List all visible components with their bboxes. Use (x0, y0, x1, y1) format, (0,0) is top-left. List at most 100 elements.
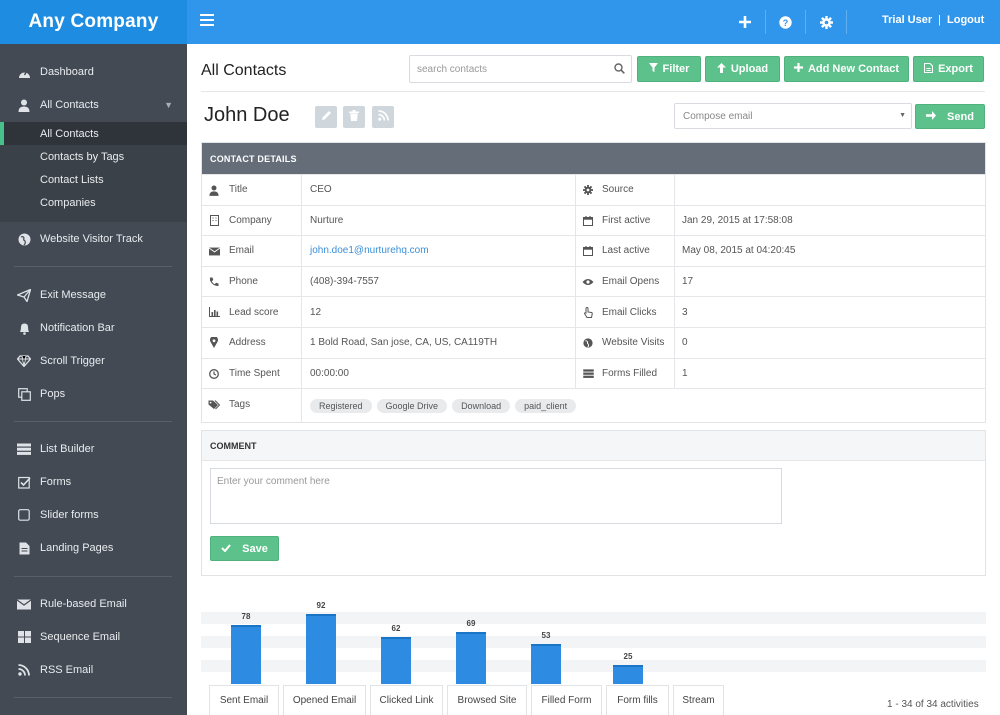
email-label: Email (229, 245, 255, 257)
user-icon (16, 97, 32, 113)
sidebar-item-website-visitor-track[interactable]: Website Visitor Track (0, 230, 187, 248)
gear-icon[interactable] (816, 12, 836, 32)
check-icon (221, 543, 231, 555)
filter-button[interactable]: Filter (637, 56, 701, 82)
chart-bar[interactable] (456, 631, 486, 684)
detail-row: Company Nurture First active Jan 29, 2015 a… (202, 204, 985, 236)
delete-button[interactable] (343, 106, 365, 128)
tab-filled-form[interactable]: Filled Form (531, 685, 602, 715)
sidebar-item-rule-based-email[interactable]: Rule-based Email (0, 595, 187, 613)
chart-bar[interactable] (306, 614, 336, 684)
forms-filled-label: Forms Filled (602, 367, 658, 379)
rss-icon (377, 108, 389, 126)
tab-stream[interactable]: Stream (673, 685, 724, 715)
sidebar-item-pops[interactable]: Pops (0, 385, 187, 403)
sidebar-item-sequence-email[interactable]: Sequence Email (0, 628, 187, 646)
sidebar-subitem-companies[interactable]: Companies (0, 191, 187, 222)
tab-opened-email[interactable]: Opened Email (283, 685, 366, 715)
sidebar-item-landing-pages[interactable]: Landing Pages (0, 539, 187, 557)
plus-icon[interactable] (735, 12, 755, 32)
detail-row: Title CEO Source (202, 174, 985, 205)
compose-email-select[interactable]: Compose email ▼ (674, 103, 912, 129)
address-label: Address (229, 337, 266, 349)
sidebar-item-dashboard[interactable]: Dashboard (0, 63, 187, 81)
compose-email-value: Compose email (683, 110, 753, 122)
sidebar: Any Company Dashboard All Contacts ▼ All… (0, 0, 187, 715)
list-icon (16, 441, 32, 457)
sidebar-item-label: Sequence Email (40, 631, 121, 643)
menu-icon[interactable] (200, 13, 214, 27)
detail-row: Lead score 12 Email Clicks 3 (202, 296, 985, 327)
sidebar-item-scroll-trigger[interactable]: Scroll Trigger (0, 352, 187, 370)
contact-details-panel: CONTACT DETAILS Title CEO Source Company Nur… (201, 142, 986, 424)
chart-data-label: 92 (316, 601, 326, 610)
tags-row: Tags Registered Google Drive Download paid_c… (202, 388, 985, 423)
sidebar-subitem-all-contacts[interactable]: All Contacts (0, 122, 187, 145)
sidebar-item-notification-bar[interactable]: Notification Bar (0, 319, 187, 337)
chart-bar[interactable] (531, 643, 561, 684)
sidebar-item-forms[interactable]: Forms (0, 473, 187, 491)
sidebar-item-exit-message[interactable]: Exit Message (0, 286, 187, 304)
tab-browsed-site[interactable]: Browsed Site (447, 685, 527, 715)
tag-chip[interactable]: Download (452, 398, 511, 413)
user-icon (208, 184, 220, 196)
column-divider (301, 205, 302, 236)
column-divider (674, 266, 675, 297)
search-icon[interactable] (614, 63, 625, 77)
sidebar-item-label: Dashboard (40, 66, 94, 78)
detail-row: Time Spent 00:00:00 Forms Filled 1 (202, 357, 985, 389)
chevron-down-icon: ▼ (164, 100, 173, 110)
sidebar-item-label: Rule-based Email (40, 598, 127, 610)
upload-button[interactable]: Upload (705, 56, 780, 82)
sidebar-divider (14, 697, 172, 698)
tags-icon (208, 399, 220, 411)
sidebar-subitem-contacts-by-tags[interactable]: Contacts by Tags (0, 145, 187, 168)
header-divider (201, 91, 985, 92)
sidebar-subitem-contact-lists[interactable]: Contact Lists (0, 168, 187, 191)
chart-bar[interactable] (231, 624, 261, 684)
search-input[interactable]: search contacts (409, 55, 632, 83)
send-button[interactable]: Send (915, 104, 985, 129)
sidebar-item-slider-forms[interactable]: Slider forms (0, 506, 187, 524)
chart-bar[interactable] (381, 636, 411, 684)
sidebar-item-label: Exit Message (40, 289, 107, 301)
tag-chip[interactable]: paid_client (515, 398, 577, 413)
tab-clicked-link[interactable]: Clicked Link (370, 685, 443, 715)
pagination-text: 1 - 34 of 34 activities (887, 699, 979, 710)
brand-logo[interactable]: Any Company (0, 0, 187, 44)
sidebar-divider (14, 576, 172, 577)
export-button[interactable]: Export (913, 56, 984, 82)
tab-form-fills[interactable]: Form fills (606, 685, 669, 715)
column-divider (575, 266, 576, 297)
sidebar-item-label: Scroll Trigger (40, 355, 105, 367)
column-divider (674, 236, 675, 266)
email-value-link[interactable]: john.doe1@nurturehq.com (310, 236, 429, 266)
chart-data-label: 78 (241, 611, 251, 621)
comment-textarea[interactable]: Enter your comment here (210, 468, 782, 524)
detail-row: Phone (408)-394-7557 Email Opens 17 (202, 265, 985, 297)
time-spent-label: Time Spent (229, 367, 280, 379)
address-value: 1 Bold Road, San jose, CA, US, CA119TH (310, 337, 498, 349)
sidebar-item-list-builder[interactable]: List Builder (0, 440, 187, 458)
detail-row: Address 1 Bold Road, San jose, CA, US, CA… (202, 326, 985, 358)
help-icon[interactable]: ? (775, 12, 795, 32)
chart-bar[interactable] (613, 664, 643, 684)
last-active-label: Last active (602, 245, 650, 257)
checkbox-empty-icon (16, 507, 32, 523)
tag-chip[interactable]: Google Drive (376, 398, 448, 413)
add-new-contact-button[interactable]: Add New Contact (784, 56, 909, 82)
tab-sent-email[interactable]: Sent Email (209, 685, 279, 715)
save-button[interactable]: Save (210, 536, 279, 561)
logout-link[interactable]: Logout (947, 14, 984, 26)
sidebar-item-all-contacts[interactable]: All Contacts ▼ (0, 96, 187, 114)
edit-button[interactable] (315, 106, 337, 128)
column-divider (301, 266, 302, 297)
arrow-right-icon (926, 110, 937, 123)
user-name[interactable]: Trial User (882, 14, 932, 26)
column-divider (301, 358, 302, 389)
rss-button[interactable] (372, 106, 394, 128)
tag-chip[interactable]: Registered (310, 398, 372, 413)
title-value: CEO (310, 184, 332, 196)
sidebar-item-rss-email[interactable]: RSS Email (0, 661, 187, 679)
phone-value: (408)-394-7557 (310, 276, 379, 288)
